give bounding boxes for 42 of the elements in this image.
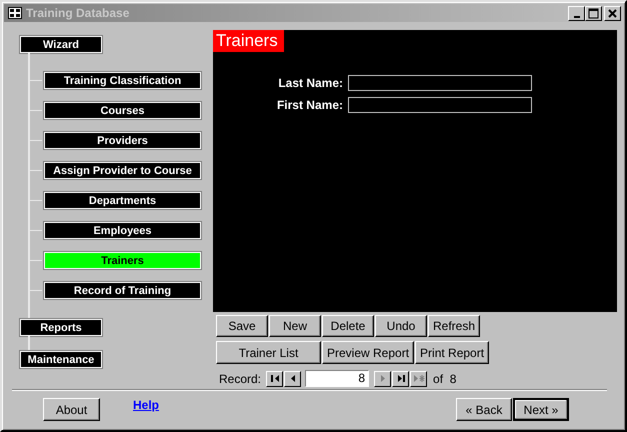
about-button[interactable]: About — [43, 398, 100, 421]
form-title: Trainers — [213, 30, 284, 52]
minimize-button[interactable] — [568, 6, 585, 20]
action-button[interactable]: Delete — [322, 315, 374, 337]
input-field[interactable] — [348, 75, 532, 91]
nav-button[interactable]: Wizard — [20, 36, 102, 53]
nav-button[interactable]: Reports — [20, 319, 102, 336]
form-icon — [8, 7, 22, 19]
field-label: First Name: — [276, 98, 343, 112]
nav-button[interactable]: Assign Provider to Course — [44, 162, 201, 178]
nav-button[interactable]: Providers — [44, 132, 201, 148]
nav-button[interactable]: Departments — [44, 192, 201, 208]
nav-button[interactable]: Trainers — [44, 252, 201, 268]
next-button[interactable]: Next » — [513, 398, 569, 421]
window-title: Training Database — [26, 6, 130, 20]
action-button[interactable]: Save — [216, 315, 268, 337]
maximize-button[interactable] — [585, 6, 602, 20]
close-button[interactable] — [604, 6, 621, 20]
record-count: of 8 — [433, 372, 456, 386]
input-field[interactable] — [348, 97, 532, 113]
field-label: Last Name: — [277, 76, 343, 90]
nav-button[interactable]: Employees — [44, 222, 201, 238]
nav-button[interactable]: Record of Training — [44, 282, 201, 298]
back-button[interactable]: « Back — [456, 398, 512, 421]
nav-button[interactable]: Courses — [44, 102, 201, 118]
record-nav-button[interactable] — [266, 370, 284, 386]
action-button[interactable]: Print Report — [415, 341, 490, 364]
action-button[interactable]: Preview Report — [322, 341, 414, 364]
action-button[interactable]: New — [269, 315, 321, 337]
nav-button[interactable]: Training Classification — [44, 72, 201, 88]
record-nav-button[interactable] — [284, 370, 302, 386]
action-button[interactable]: Trainer List — [216, 341, 321, 364]
nav-button[interactable]: Maintenance — [20, 351, 102, 368]
action-button[interactable]: Refresh — [428, 315, 480, 337]
new-record-icon — [412, 372, 426, 385]
help-link[interactable]: Help — [133, 398, 160, 412]
record-number-field[interactable]: 8 — [305, 370, 370, 387]
record-label: Record: — [219, 372, 262, 386]
action-button[interactable]: Undo — [375, 315, 427, 337]
maximize-icon — [586, 6, 601, 20]
record-nav-button[interactable] — [392, 370, 410, 386]
minimize-icon — [574, 16, 580, 18]
